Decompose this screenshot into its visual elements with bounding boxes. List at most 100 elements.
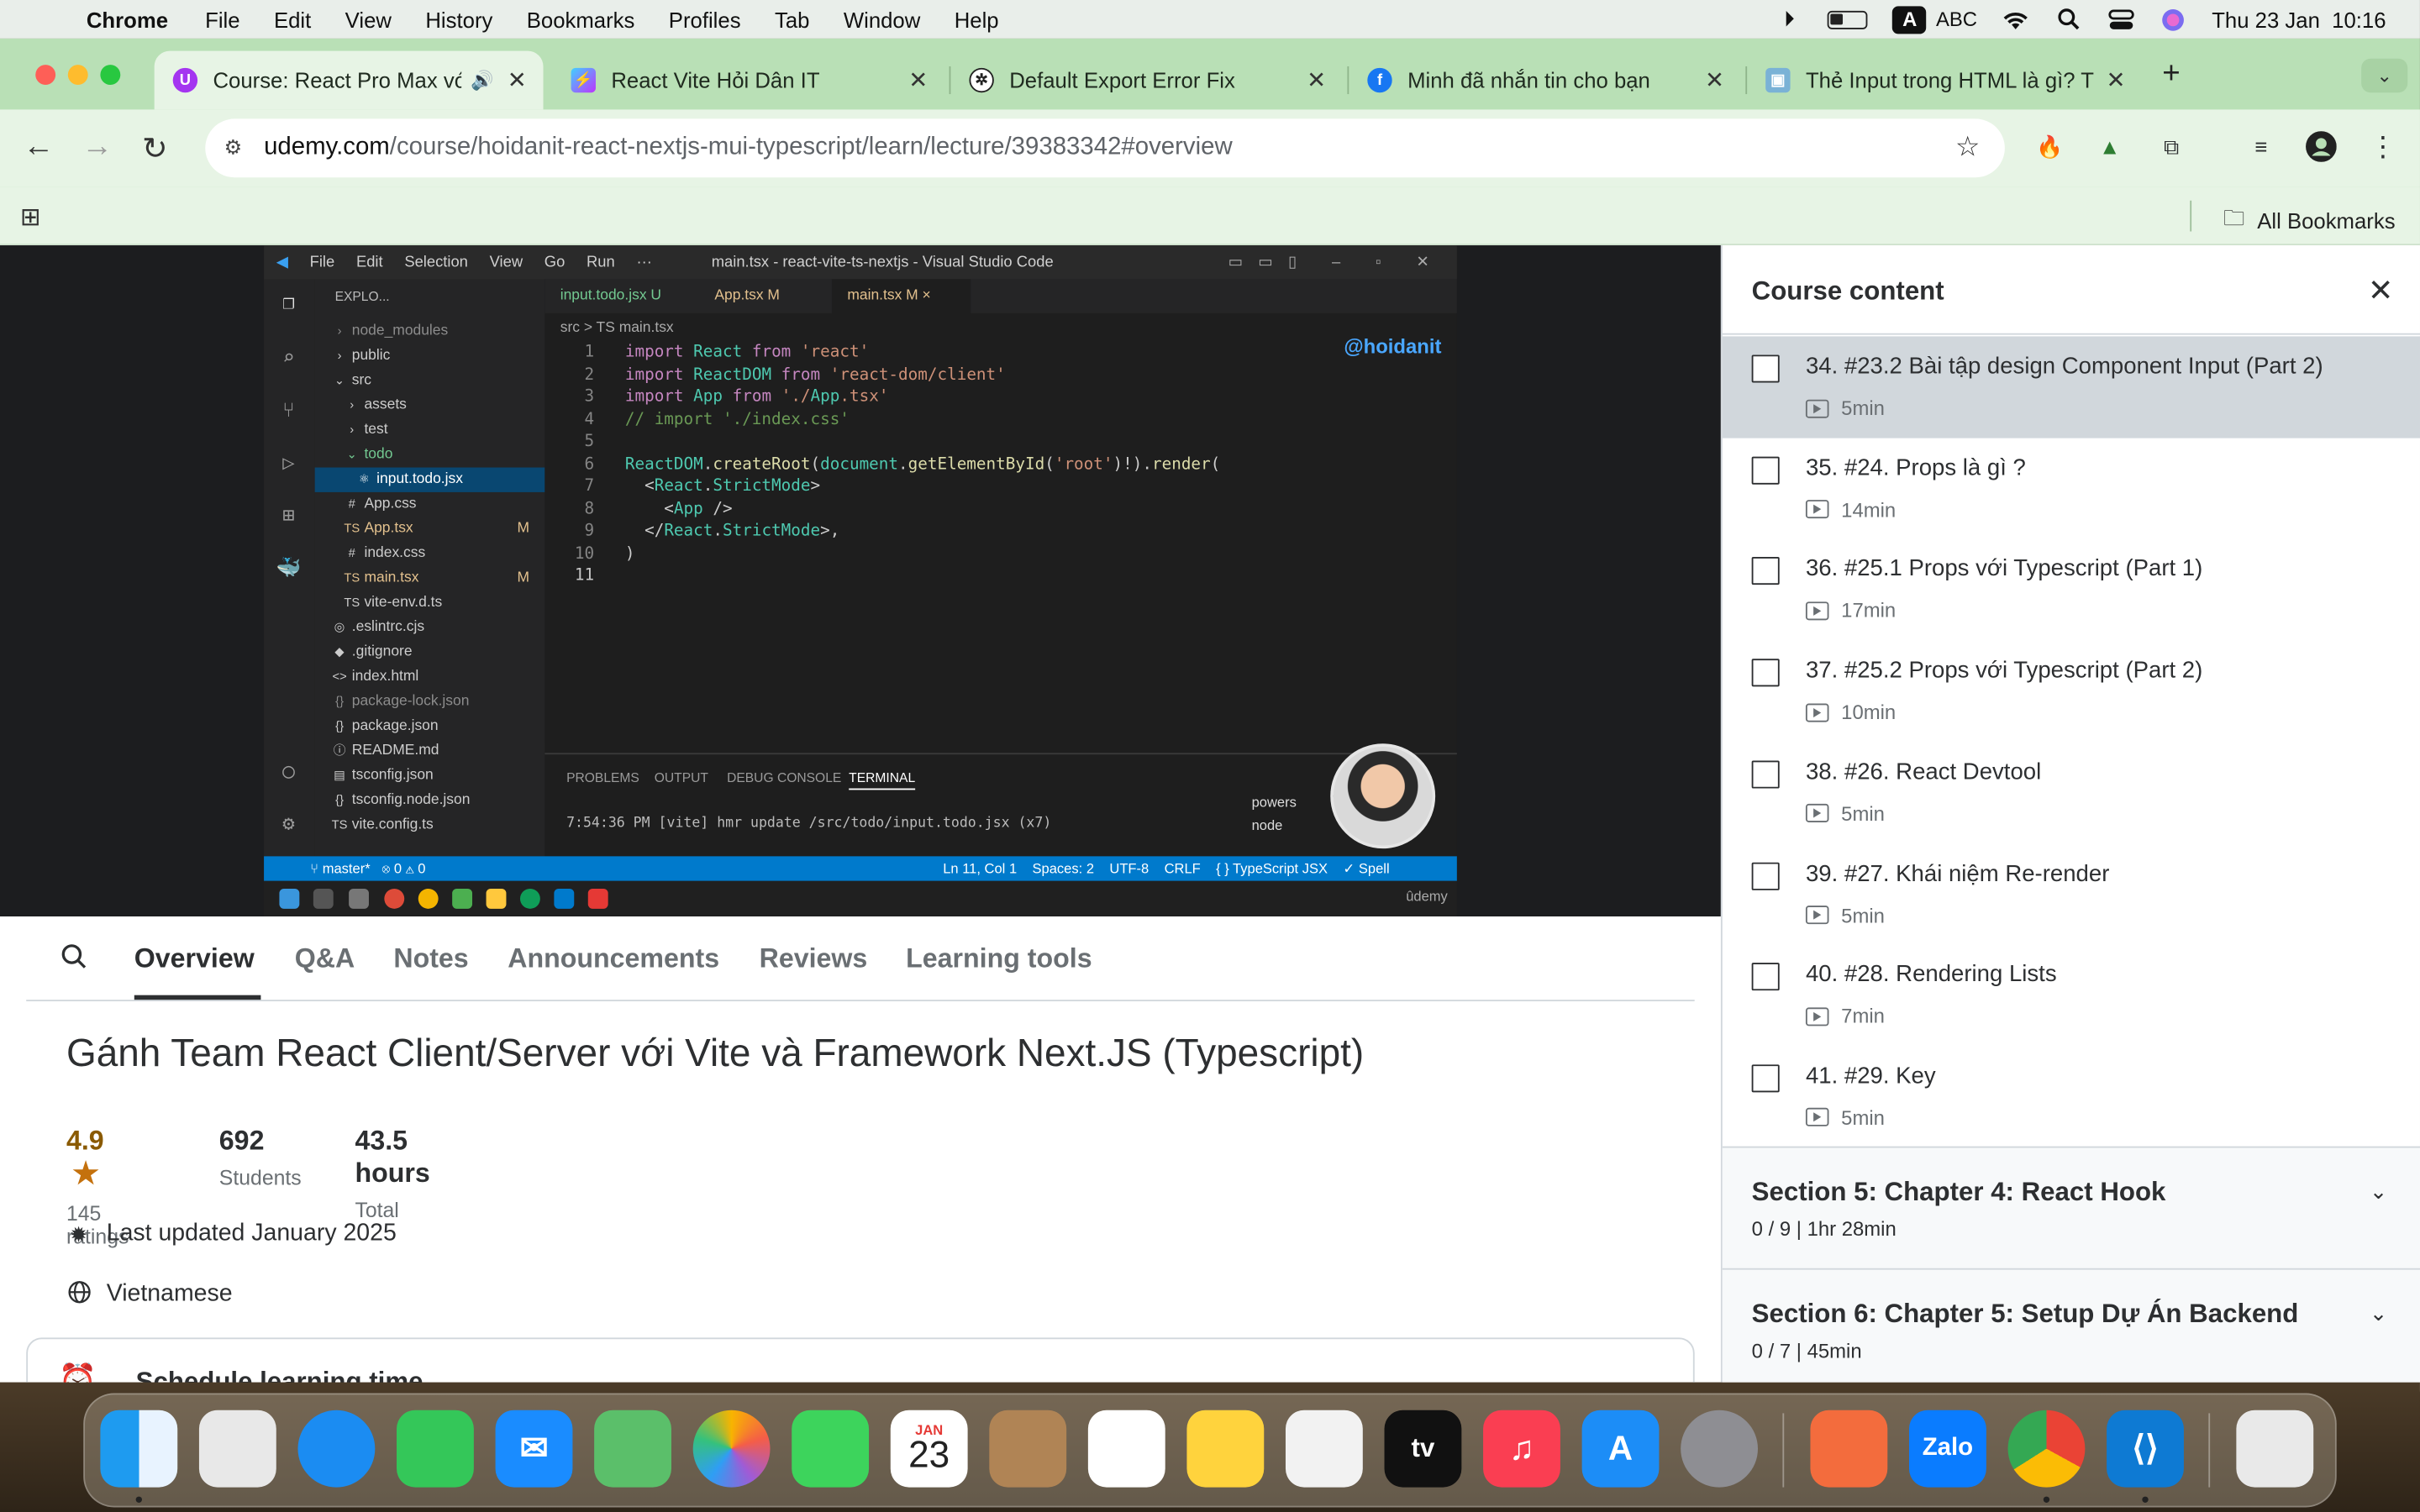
calendar-icon[interactable]: JAN 23 — [890, 1410, 968, 1488]
menu-file[interactable]: File — [205, 7, 239, 31]
tab-reviews[interactable]: Reviews — [760, 942, 868, 975]
menu-app-name[interactable]: Chrome — [87, 7, 168, 31]
browser-tab-html-input[interactable]: ▣ Thẻ Input trong HTML là gì? T ✕ — [1747, 51, 2142, 110]
audio-playing-icon[interactable]: 🔊 — [471, 70, 493, 92]
menu-bookmarks[interactable]: Bookmarks — [527, 7, 635, 31]
forward-button[interactable]: → — [82, 129, 113, 165]
lecture-checkbox[interactable] — [1751, 963, 1780, 991]
menu-view[interactable]: View — [345, 7, 392, 31]
chevron-down-icon[interactable]: ⌄ — [2370, 1300, 2388, 1326]
site-info-icon[interactable]: ⚙ — [218, 136, 249, 160]
section-6[interactable]: Section 6: Chapter 5: Setup Dự Án Backen… — [1722, 1268, 2420, 1392]
control-center-icon[interactable] — [2107, 7, 2134, 31]
maps-icon[interactable] — [594, 1410, 671, 1488]
search-icon[interactable] — [60, 942, 88, 978]
close-tab-icon[interactable]: ✕ — [2102, 66, 2130, 94]
browser-tab-facebook[interactable]: f Minh đã nhắn tin cho bạn ✕ — [1349, 51, 1741, 110]
safari-icon[interactable] — [297, 1410, 376, 1488]
lecture-checkbox[interactable] — [1751, 659, 1780, 687]
mail-icon[interactable]: ✉ — [495, 1410, 573, 1488]
zoom-window-button[interactable] — [100, 65, 121, 86]
apps-grid-icon[interactable]: ⊞ — [20, 202, 41, 234]
close-tab-icon[interactable]: ✕ — [1701, 66, 1728, 94]
tab-notes[interactable]: Notes — [393, 942, 468, 975]
chevron-down-icon[interactable]: ⌄ — [2370, 1179, 2388, 1205]
facetime-icon[interactable] — [792, 1410, 870, 1488]
close-tab-icon[interactable]: ✕ — [1302, 66, 1330, 94]
appstore-icon[interactable]: A — [1581, 1410, 1660, 1488]
lecture-item[interactable]: 35. #24. Props là gì ? 14min — [1723, 438, 2420, 539]
appletv-icon[interactable]: tv — [1384, 1410, 1462, 1488]
menu-window[interactable]: Window — [844, 7, 920, 31]
media-controls-icon[interactable]: ≡ — [2245, 131, 2276, 162]
section-5[interactable]: Section 5: Chapter 4: React Hook 0 / 9 |… — [1722, 1146, 2420, 1270]
lecture-item[interactable]: 37. #25.2 Props với Typescript (Part 2) 1… — [1723, 640, 2420, 742]
new-tab-button[interactable]: + — [2162, 57, 2180, 92]
menu-profiles[interactable]: Profiles — [669, 7, 741, 31]
menu-clock[interactable]: Thu 23 Jan 10:16 — [2212, 7, 2386, 31]
input-source-label[interactable]: ABC — [1936, 8, 1977, 31]
back-button[interactable]: ← — [24, 129, 55, 165]
music-icon[interactable]: ♫ — [1483, 1410, 1560, 1488]
all-bookmarks-button[interactable]: 🗀 All Bookmarks — [2223, 202, 2396, 239]
finder-icon[interactable] — [100, 1410, 178, 1488]
tab-learning-tools[interactable]: Learning tools — [906, 942, 1092, 975]
siri-icon[interactable] — [2160, 7, 2187, 31]
tab-overview[interactable]: Overview — [134, 942, 255, 975]
chrome-icon[interactable] — [2007, 1410, 2086, 1488]
battery-icon[interactable] — [1828, 9, 1869, 29]
extension-html-icon[interactable]: ▲ — [2094, 131, 2125, 162]
trash-icon[interactable] — [2236, 1410, 2314, 1488]
pen-icon[interactable] — [1810, 1410, 1888, 1488]
browser-tab-chatgpt[interactable]: ✲ Default Export Error Fix ✕ — [950, 51, 1343, 110]
freeform-icon[interactable] — [1285, 1410, 1363, 1488]
input-source-icon[interactable]: A — [1892, 5, 1927, 34]
close-tab-icon[interactable]: ✕ — [503, 66, 531, 94]
lecture-checkbox[interactable] — [1751, 456, 1780, 485]
lecture-item[interactable]: 40. #28. Rendering Lists 7min — [1723, 944, 2420, 1046]
contacts-icon[interactable] — [989, 1410, 1067, 1488]
launchpad-icon[interactable] — [198, 1410, 276, 1488]
close-window-button[interactable] — [35, 65, 56, 86]
close-tab-icon[interactable]: ✕ — [904, 66, 932, 94]
menu-edit[interactable]: Edit — [274, 7, 311, 31]
lecture-item[interactable]: 41. #29. Key 5min — [1723, 1046, 2420, 1147]
notes-icon[interactable] — [1186, 1410, 1265, 1488]
reload-button[interactable]: ↻ — [142, 129, 168, 168]
zalo-icon[interactable]: Zalo — [1908, 1410, 1986, 1488]
photos-icon[interactable] — [692, 1410, 771, 1488]
tab-qa[interactable]: Q&A — [295, 942, 355, 975]
lecture-checkbox[interactable] — [1751, 760, 1780, 789]
menu-tab[interactable]: Tab — [775, 7, 809, 31]
extension-flame-icon[interactable]: 🔥 — [2034, 131, 2065, 162]
lecture-checkbox[interactable] — [1751, 557, 1780, 585]
wifi-icon[interactable] — [2002, 7, 2029, 31]
profile-avatar-icon[interactable] — [2306, 131, 2337, 162]
menu-history[interactable]: History — [425, 7, 492, 31]
minimize-window-button[interactable] — [67, 65, 88, 86]
lecture-item[interactable]: 34. #23.2 Bài tập design Component Input… — [1722, 336, 2420, 438]
menu-help[interactable]: Help — [955, 7, 999, 31]
tab-search-button[interactable]: ⌄ — [2361, 58, 2408, 93]
reminders-icon[interactable] — [1087, 1410, 1165, 1488]
media-play-icon[interactable]: ⏵ — [1776, 6, 1803, 31]
messages-icon[interactable] — [397, 1410, 474, 1488]
lecture-item[interactable]: 38. #26. React Devtool 5min — [1723, 742, 2420, 843]
video-player[interactable]: ◀ File Edit Selection View Go Run ··· ma… — [0, 245, 1721, 916]
lecture-checkbox[interactable] — [1751, 354, 1780, 383]
lecture-item[interactable]: 39. #27. Khái niệm Re-render 5min — [1723, 843, 2420, 945]
settings-icon[interactable] — [1681, 1410, 1759, 1488]
extensions-puzzle-icon[interactable]: ⧉ — [2156, 131, 2187, 162]
browser-tab-udemy[interactable]: U Course: React Pro Max với 🔊 ✕ — [154, 50, 544, 110]
lecture-checkbox[interactable] — [1751, 861, 1780, 890]
address-bar[interactable]: ⚙ udemy.com/course/hoidanit-react-nextjs… — [205, 118, 2005, 178]
spotlight-search-icon[interactable] — [2054, 7, 2082, 31]
close-sidebar-icon[interactable]: ✕ — [2368, 271, 2394, 310]
lecture-item[interactable]: 36. #25.1 Props với Typescript (Part 1) 1… — [1723, 539, 2420, 641]
vscode-icon[interactable]: ⟨⟩ — [2107, 1410, 2184, 1488]
bookmark-star-icon[interactable]: ☆ — [1955, 131, 1981, 164]
lecture-checkbox[interactable] — [1751, 1064, 1780, 1093]
tab-announcements[interactable]: Announcements — [508, 942, 719, 975]
browser-tab-vite[interactable]: ⚡ React Vite Hỏi Dân IT ✕ — [553, 51, 945, 110]
chrome-menu-icon[interactable]: ⋮ — [2367, 130, 2398, 162]
